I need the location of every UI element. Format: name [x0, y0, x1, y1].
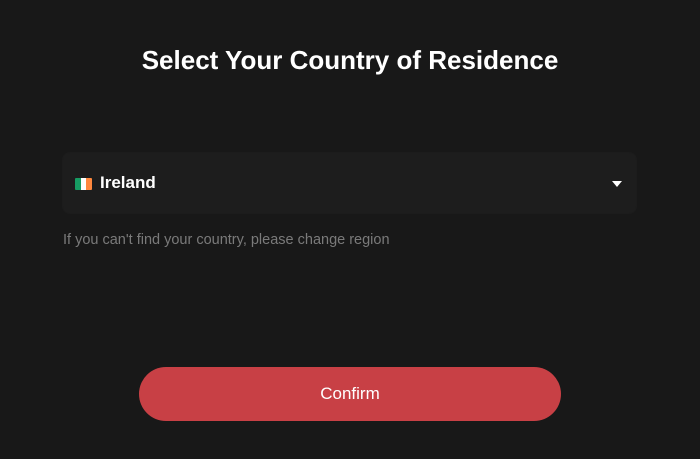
ireland-flag-icon [75, 178, 92, 190]
region-hint-text: If you can't find your country, please c… [63, 232, 390, 248]
caret-down-icon[interactable] [612, 181, 622, 187]
confirm-button[interactable]: Confirm [139, 367, 561, 421]
flag-stripe-orange [86, 178, 92, 190]
page-title: Select Your Country of Residence [141, 45, 559, 75]
country-select[interactable]: Ireland [62, 152, 637, 214]
selected-country-label: Ireland [100, 173, 156, 192]
